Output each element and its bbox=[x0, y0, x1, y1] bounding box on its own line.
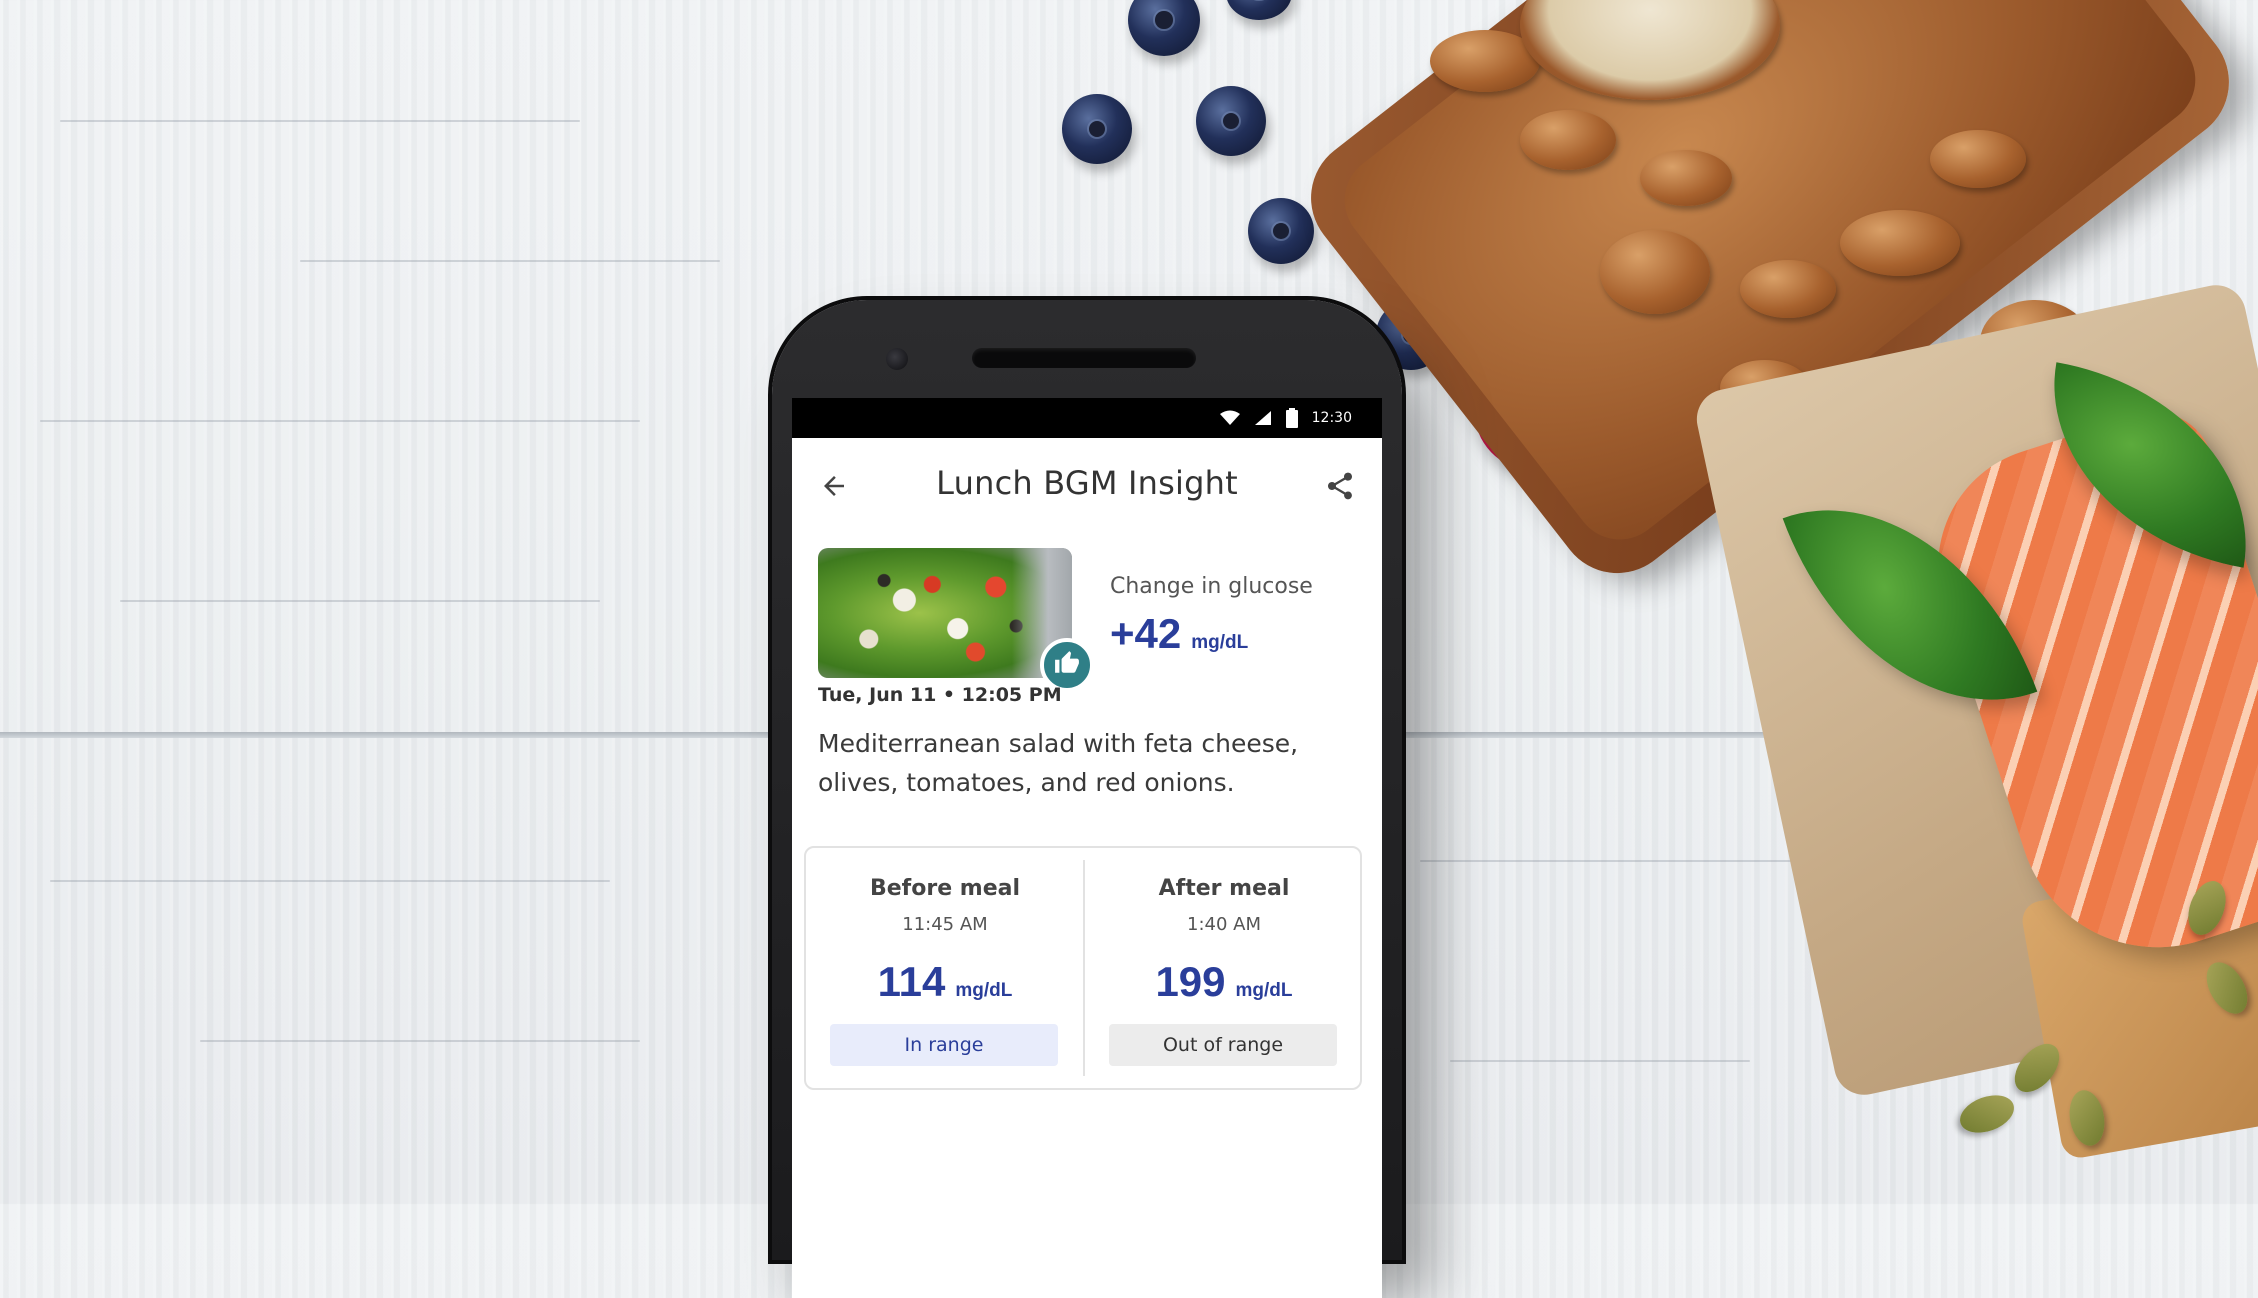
status-bar: 12:30 bbox=[792, 398, 1382, 438]
reading-label: After meal bbox=[1158, 876, 1290, 901]
wood-grain bbox=[60, 120, 580, 122]
meal-photo[interactable] bbox=[818, 548, 1072, 678]
wood-grain bbox=[50, 880, 610, 882]
pumpkin-seed-image bbox=[1954, 1088, 2020, 1140]
wood-grain bbox=[120, 600, 600, 602]
earpiece-speaker bbox=[972, 348, 1196, 368]
status-time: 12:30 bbox=[1311, 410, 1352, 426]
change-in-glucose-label: Change in glucose bbox=[1110, 574, 1313, 599]
signal-icon bbox=[1254, 410, 1272, 426]
almond-image bbox=[1520, 110, 1616, 170]
blueberry-image bbox=[1062, 94, 1132, 164]
reading-time: 1:40 AM bbox=[1187, 914, 1261, 935]
meal-description: Mediterranean salad with feta cheese, ol… bbox=[818, 729, 1299, 797]
change-in-glucose-value: +42 mg/dL bbox=[1110, 610, 1248, 658]
phone-screen: 12:30 Lunch BGM Insight Change in glucos… bbox=[792, 398, 1382, 1298]
out-of-range-badge: Out of range bbox=[1109, 1024, 1337, 1066]
readings-card: Before meal 11:45 AM 114 mg/dL In range … bbox=[804, 846, 1362, 1090]
reading-unit: mg/dL bbox=[955, 980, 1013, 1001]
reading-value: 199 mg/dL bbox=[1085, 958, 1363, 1006]
glucose-summary: Change in glucose +42 mg/dL bbox=[792, 534, 1382, 704]
wood-grain bbox=[40, 420, 640, 422]
blueberry-image bbox=[1248, 198, 1314, 264]
almond-image bbox=[1930, 130, 2026, 188]
share-icon bbox=[1324, 470, 1356, 507]
blueberry-image bbox=[1226, 0, 1292, 20]
battery-icon bbox=[1285, 408, 1298, 428]
page-title: Lunch BGM Insight bbox=[936, 464, 1238, 502]
app-bar: Lunch BGM Insight bbox=[792, 438, 1382, 534]
before-meal-reading: Before meal 11:45 AM 114 mg/dL In range bbox=[806, 848, 1084, 1088]
pecan-image bbox=[1840, 210, 1960, 276]
reading-time: 11:45 AM bbox=[902, 914, 988, 935]
blueberry-image bbox=[1196, 86, 1266, 156]
wood-grain bbox=[200, 1040, 640, 1042]
front-camera bbox=[886, 348, 908, 370]
meal-timestamp: Tue, Jun 11 • 12:05 PM bbox=[818, 684, 1062, 706]
status-icons: 12:30 bbox=[1219, 398, 1352, 438]
change-number: +42 bbox=[1110, 610, 1182, 657]
wifi-icon bbox=[1219, 410, 1240, 426]
share-button[interactable] bbox=[1320, 468, 1360, 508]
blueberry-image bbox=[1128, 0, 1200, 56]
after-meal-reading: After meal 1:40 AM 199 mg/dL Out of rang… bbox=[1085, 848, 1363, 1088]
reading-unit: mg/dL bbox=[1235, 980, 1293, 1001]
thumbs-up-icon bbox=[1054, 650, 1080, 681]
in-range-badge: In range bbox=[830, 1024, 1058, 1066]
reading-value: 114 mg/dL bbox=[806, 958, 1084, 1006]
reading-number: 199 bbox=[1155, 958, 1226, 1005]
change-unit: mg/dL bbox=[1191, 632, 1249, 653]
walnut-image bbox=[1600, 230, 1710, 314]
phone-device: 12:30 Lunch BGM Insight Change in glucos… bbox=[772, 300, 1402, 1298]
almond-image bbox=[1640, 150, 1732, 206]
wood-grain bbox=[300, 260, 720, 262]
reading-label: Before meal bbox=[869, 876, 1021, 901]
almond-image bbox=[1740, 260, 1836, 318]
wood-grain bbox=[1450, 1060, 1750, 1062]
reading-number: 114 bbox=[877, 958, 946, 1005]
wood-grain bbox=[1420, 860, 1800, 862]
